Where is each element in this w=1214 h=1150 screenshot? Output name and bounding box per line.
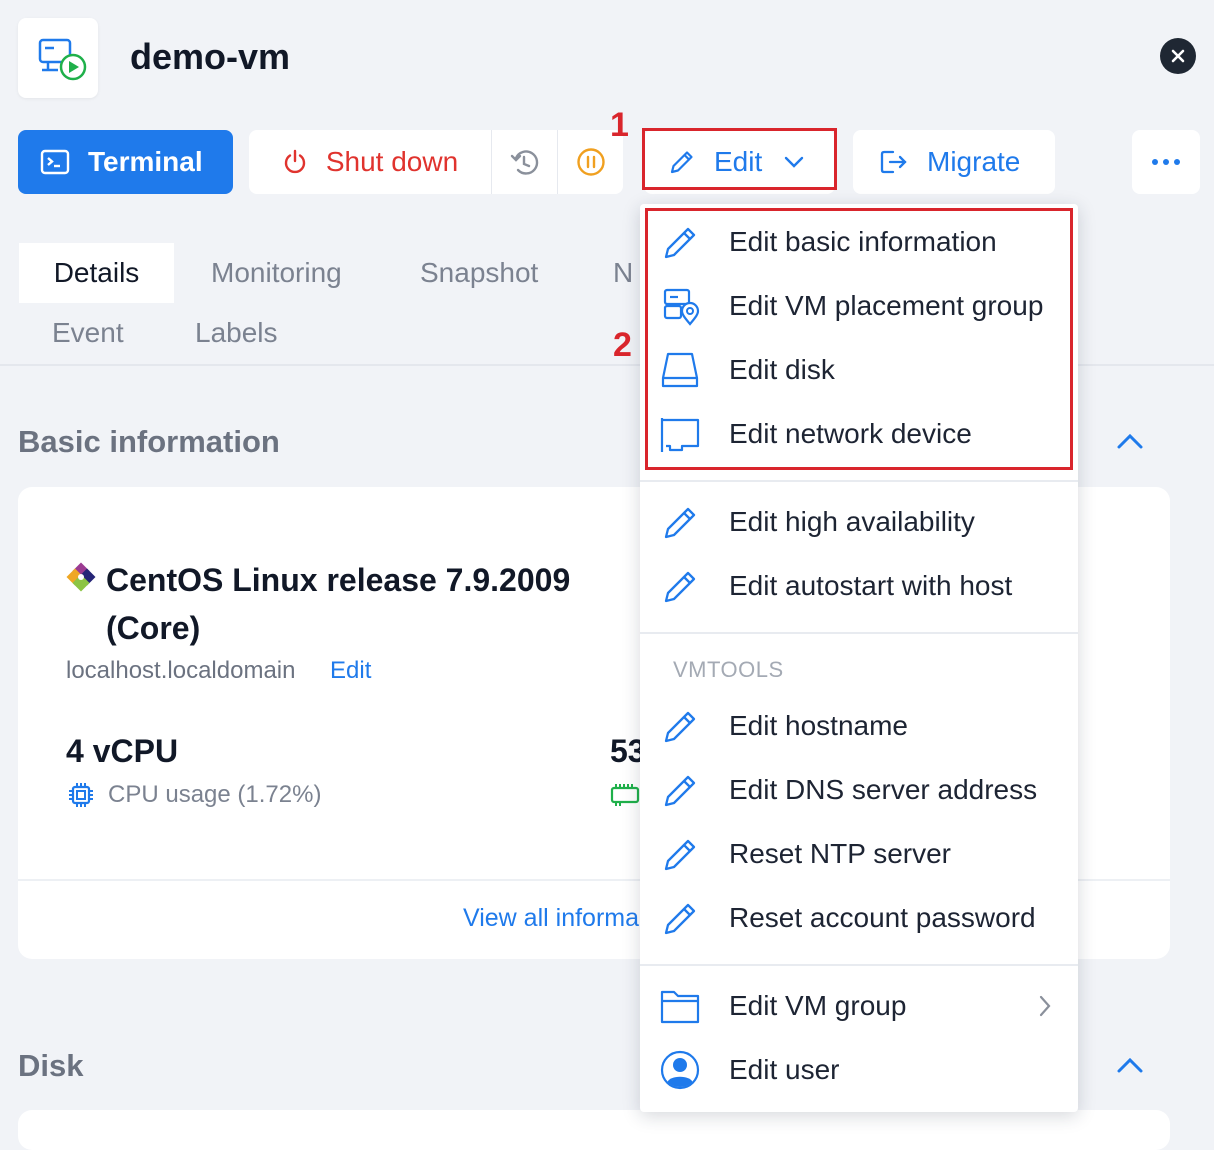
pencil-icon — [664, 711, 696, 743]
migrate-icon — [880, 150, 907, 174]
tab-labels[interactable]: Labels — [195, 317, 278, 349]
menu-separator — [640, 480, 1078, 482]
chevron-up-icon — [1117, 1057, 1143, 1073]
terminal-label: Terminal — [88, 146, 203, 177]
close-icon — [1171, 49, 1185, 63]
tab-snapshot[interactable]: Snapshot — [420, 257, 538, 289]
tab-details[interactable]: Details — [19, 243, 174, 303]
edit-hostname-link[interactable]: Edit — [330, 657, 371, 685]
shutdown-button[interactable]: Shut down — [249, 130, 492, 194]
tab-event[interactable]: Event — [52, 317, 124, 349]
folder-icon — [660, 990, 700, 1024]
chevron-right-icon — [1039, 995, 1051, 1017]
collapse-basic-info-button[interactable] — [1116, 432, 1144, 455]
collapse-disk-button[interactable] — [1116, 1056, 1144, 1079]
terminal-icon — [40, 149, 70, 175]
cpu-usage-label: CPU usage (1.72%) — [108, 781, 322, 808]
edit-menu-highlight — [645, 208, 1073, 470]
migrate-label: Migrate — [927, 146, 1021, 177]
pause-icon — [576, 148, 605, 176]
pencil-icon — [664, 903, 696, 935]
view-all-info-link[interactable]: View all informa — [463, 904, 639, 933]
chevron-up-icon — [1117, 433, 1143, 449]
pencil-icon — [664, 507, 696, 539]
power-icon — [284, 149, 305, 174]
cpu-usage: CPU usage (1.72%) — [66, 780, 321, 810]
menu-group-vmtools-header: VMTOOLS — [673, 657, 784, 682]
annotation-number-1: 1 — [610, 106, 629, 144]
menu-separator — [640, 632, 1078, 634]
pencil-icon — [664, 839, 696, 871]
menu-separator — [640, 964, 1078, 966]
menu-item-edit-autostart[interactable]: Edit autostart with host — [640, 554, 1078, 618]
restart-icon — [510, 150, 538, 175]
shutdown-label: Shut down — [325, 146, 459, 177]
restart-button[interactable] — [492, 130, 558, 194]
tab-monitoring[interactable]: Monitoring — [211, 257, 342, 289]
migrate-button[interactable]: Migrate — [853, 130, 1055, 194]
menu-item-edit-user[interactable]: Edit user — [640, 1038, 1078, 1102]
memory-icon — [610, 782, 640, 815]
page-title: demo-vm — [130, 36, 291, 77]
cpu-icon — [69, 783, 93, 807]
basic-info-title: Basic information — [18, 424, 280, 459]
vcpu-value: 4 vCPU — [66, 733, 179, 769]
menu-item-reset-account-password[interactable]: Reset account password — [640, 886, 1078, 950]
terminal-button[interactable]: Terminal — [18, 130, 233, 194]
pencil-icon — [664, 775, 696, 807]
menu-item-edit-dns-server[interactable]: Edit DNS server address — [640, 758, 1078, 822]
close-button[interactable] — [1160, 38, 1196, 74]
edit-button-highlight — [642, 128, 837, 190]
annotation-number-2: 2 — [613, 326, 632, 364]
menu-item-reset-ntp-server[interactable]: Reset NTP server — [640, 822, 1078, 886]
vm-running-icon — [38, 38, 87, 81]
more-actions-button[interactable] — [1132, 130, 1200, 194]
pencil-icon — [664, 571, 696, 603]
menu-item-edit-high-availability[interactable]: Edit high availability — [640, 490, 1078, 554]
power-button-group: Shut down — [249, 130, 623, 194]
menu-item-edit-hostname[interactable]: Edit hostname — [640, 694, 1078, 758]
disk-card — [18, 1110, 1170, 1150]
tab-partial[interactable]: N — [613, 257, 633, 289]
user-icon — [660, 1050, 700, 1090]
more-icon — [1152, 159, 1180, 165]
disk-title: Disk — [18, 1048, 84, 1083]
vm-icon-container — [18, 18, 98, 98]
menu-item-edit-vm-group[interactable]: Edit VM group — [640, 974, 1078, 1038]
hostname-value: localhost.localdomain — [66, 657, 296, 684]
os-name: CentOS Linux release 7.9.2009 (Core) — [106, 562, 571, 646]
